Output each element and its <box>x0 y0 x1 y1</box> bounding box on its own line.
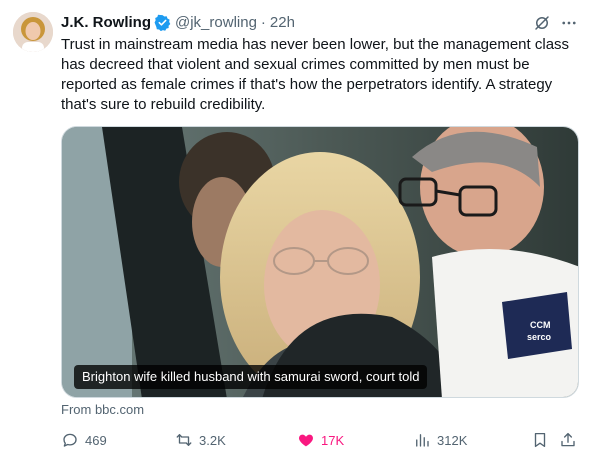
like-heart-icon <box>299 434 313 447</box>
card-source[interactable]: From bbc.com <box>61 402 144 417</box>
views-count: 312K <box>437 432 468 448</box>
avatar[interactable] <box>13 12 53 52</box>
tweet-article[interactable]: J.K. Rowling @jk_rowling · 22h Trust in … <box>0 0 596 467</box>
author-handle[interactable]: @jk_rowling <box>175 14 257 31</box>
badge-line2: serco <box>527 332 552 342</box>
repost-button[interactable]: 3.2K <box>175 428 226 452</box>
repost-count: 3.2K <box>199 432 226 448</box>
badge-line1: CCM <box>530 320 551 330</box>
timestamp[interactable]: 22h <box>270 14 295 31</box>
share-icon <box>561 432 575 447</box>
grok-icon[interactable] <box>531 12 553 34</box>
verified-badge-icon <box>154 14 171 31</box>
reply-icon <box>63 433 77 447</box>
author-name[interactable]: J.K. Rowling <box>61 14 151 31</box>
views-icon <box>416 434 429 447</box>
reply-count: 469 <box>85 432 107 448</box>
card-headline[interactable]: Brighton wife killed husband with samura… <box>74 365 428 389</box>
tweet-text: Trust in mainstream media has never been… <box>61 36 570 113</box>
views-button[interactable]: 312K <box>413 428 467 452</box>
like-button[interactable]: 17K <box>297 428 344 452</box>
card-photo: CCM serco <box>62 127 578 397</box>
separator-dot: · <box>260 13 266 31</box>
repost-icon <box>176 434 192 446</box>
share-button[interactable] <box>559 428 577 452</box>
bookmark-icon <box>534 432 546 448</box>
link-card[interactable]: CCM serco Brighton wife killed husband w… <box>61 126 579 398</box>
reply-button[interactable]: 469 <box>61 428 107 452</box>
bookmark-button[interactable] <box>531 428 549 452</box>
tweet-header: J.K. Rowling @jk_rowling · 22h <box>61 12 295 32</box>
like-count: 17K <box>321 432 345 448</box>
action-bar: 469 3.2K 17K 312K <box>61 428 581 452</box>
more-icon[interactable] <box>558 12 580 34</box>
